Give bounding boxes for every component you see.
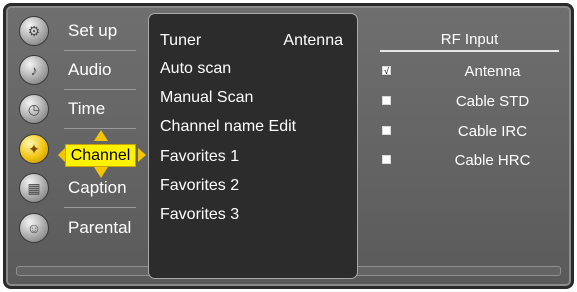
rf-option-label: Cable HRC (454, 152, 531, 169)
sidebar-item-label: Audio (68, 60, 112, 79)
sidebar-item-setup[interactable]: ⚙ Set up (16, 14, 136, 51)
arrow-left-icon (58, 148, 65, 162)
rf-option-label: Cable STD (455, 93, 530, 110)
menu-item-favorites-3[interactable]: Favorites 3 (160, 206, 239, 224)
sidebar-item-label: Parental (68, 218, 132, 237)
menu-item-tuner[interactable]: Tuner (160, 32, 201, 50)
sidebar-item-label: Caption (68, 178, 127, 197)
checkbox-checked[interactable]: √ (382, 66, 391, 76)
sidebar-item-parental[interactable]: ☺ Parental (16, 211, 136, 245)
rf-option-label: Cable IRC (457, 123, 528, 140)
divider (64, 207, 136, 208)
arrow-up-icon (94, 130, 108, 141)
divider (64, 128, 136, 129)
rf-input-divider (380, 50, 559, 52)
menu-item-channel-name-edit[interactable]: Channel name Edit (160, 118, 296, 136)
checkbox[interactable] (382, 155, 391, 164)
selected-menu-label[interactable]: Channel (65, 144, 136, 167)
setup-icon: ⚙ (19, 16, 49, 46)
rf-option-cable-hrc[interactable]: Cable HRC (380, 150, 559, 172)
sidebar-item-caption[interactable]: ▦ Caption (16, 171, 136, 208)
sidebar-item-label: Time (68, 99, 106, 118)
parental-icon: ☺ (19, 213, 49, 243)
sidebar-item-label: Set up (68, 21, 118, 40)
channel-submenu: Tuner Antenna Auto scan Manual Scan Chan… (148, 13, 358, 279)
checkbox[interactable] (382, 96, 391, 105)
caption-icon: ▦ (19, 173, 49, 203)
audio-icon: ♪ (19, 55, 49, 85)
divider (64, 89, 136, 90)
tuner-value: Antenna (283, 32, 343, 49)
arrow-right-icon (138, 148, 146, 162)
menu-item-auto-scan[interactable]: Auto scan (160, 60, 231, 78)
menu-item-favorites-1[interactable]: Favorites 1 (160, 148, 239, 166)
rf-input-title: RF Input (440, 31, 499, 48)
menu-item-manual-scan[interactable]: Manual Scan (160, 89, 253, 107)
satellite-icon: ✦ (19, 134, 49, 164)
rf-option-cable-irc[interactable]: Cable IRC (380, 121, 559, 143)
rf-option-label: Antenna (464, 63, 521, 80)
menu-item-favorites-2[interactable]: Favorites 2 (160, 177, 239, 195)
rf-option-cable-std[interactable]: Cable STD (380, 91, 559, 113)
checkbox[interactable] (382, 126, 391, 135)
sidebar-item-time[interactable]: ◷ Time (16, 92, 136, 129)
clock-icon: ◷ (19, 94, 49, 124)
rf-option-antenna[interactable]: √ Antenna (380, 61, 559, 83)
divider (64, 50, 136, 51)
sidebar-item-audio[interactable]: ♪ Audio (16, 53, 136, 90)
